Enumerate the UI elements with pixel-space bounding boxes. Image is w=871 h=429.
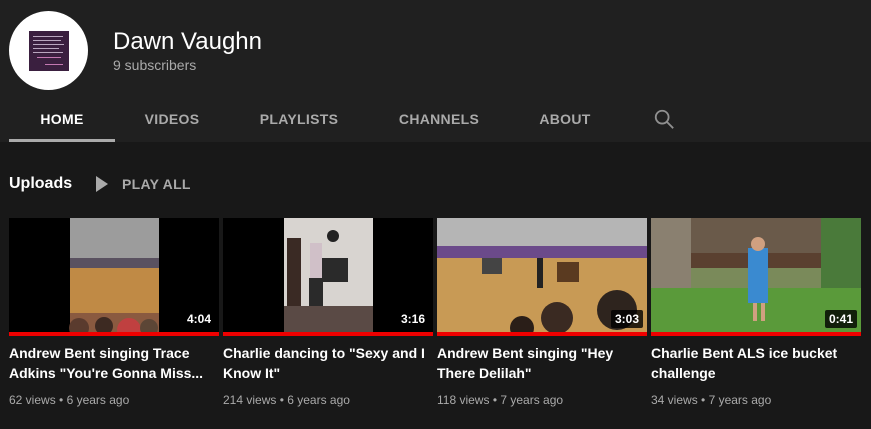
video-meta: 62 views • 6 years ago [9, 393, 130, 407]
tab-playlists[interactable]: PLAYLISTS [240, 96, 358, 142]
uploads-title[interactable]: Uploads [9, 175, 72, 193]
watch-progress [651, 332, 861, 336]
video-thumbnail[interactable]: 0:41 [651, 218, 861, 336]
upload-age: 6 years ago [66, 393, 130, 407]
video-meta: 118 views • 7 years ago [437, 393, 564, 407]
tab-videos[interactable]: VIDEOS [122, 96, 222, 142]
video-duration: 3:16 [396, 310, 429, 328]
upload-age: 7 years ago [708, 393, 772, 407]
upload-age: 7 years ago [500, 393, 564, 407]
video-duration: 3:03 [610, 310, 643, 328]
view-count: 34 views [651, 393, 698, 407]
play-all-button[interactable]: PLAY ALL [96, 175, 191, 193]
watch-progress [9, 332, 219, 336]
video-thumbnail[interactable]: 3:03 [437, 218, 647, 336]
video-thumbnail[interactable]: 4:04 [9, 218, 219, 336]
view-count: 62 views [9, 393, 56, 407]
search-icon[interactable] [653, 108, 675, 130]
channel-tabs: HOME VIDEOS PLAYLISTS CHANNELS ABOUT [0, 96, 871, 142]
play-all-label: PLAY ALL [122, 176, 191, 192]
play-icon [96, 176, 108, 192]
view-count: 214 views [223, 393, 277, 407]
watch-progress [437, 332, 647, 336]
video-title[interactable]: Charlie dancing to "Sexy and I Know It" [223, 343, 428, 383]
channel-header: Dawn Vaughn 9 subscribers HOME VIDEOS PL… [0, 0, 871, 142]
video-meta: 34 views • 7 years ago [651, 393, 772, 407]
video-meta: 214 views • 6 years ago [223, 393, 350, 407]
video-title[interactable]: Andrew Bent singing "Hey There Delilah" [437, 343, 642, 383]
video-title[interactable]: Charlie Bent ALS ice bucket challenge [651, 343, 856, 383]
video-duration: 4:04 [182, 310, 215, 328]
avatar-image [28, 30, 69, 71]
channel-avatar[interactable] [9, 11, 88, 90]
video-duration: 0:41 [824, 310, 857, 328]
view-count: 118 views [437, 393, 490, 407]
channel-name: Dawn Vaughn [113, 28, 262, 55]
video-thumbnail[interactable]: 3:16 [223, 218, 433, 336]
tab-channels[interactable]: CHANNELS [380, 96, 498, 142]
upload-age: 6 years ago [287, 393, 350, 407]
video-title[interactable]: Andrew Bent singing Trace Adkins "You're… [9, 343, 214, 383]
tab-about[interactable]: ABOUT [520, 96, 610, 142]
subscriber-count: 9 subscribers [113, 57, 197, 73]
watch-progress [223, 332, 433, 336]
tab-home[interactable]: HOME [9, 96, 115, 142]
